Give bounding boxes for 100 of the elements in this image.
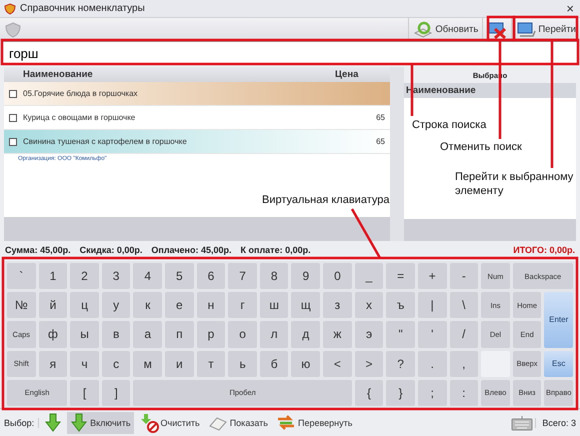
clear-button[interactable]: Очистить (136, 412, 203, 434)
callout-label: Виртуальная клавиатура (262, 193, 390, 208)
table-row[interactable]: 05.Горячие блюда в горшочках (4, 82, 390, 106)
keyboard-key[interactable]: з (323, 292, 352, 318)
item-name: 05.Горячие блюда в горшочках (23, 89, 139, 98)
total-count: Всего: 3 (535, 418, 576, 428)
keyboard-key[interactable]: н (196, 292, 226, 318)
keyboard-key[interactable]: я (38, 350, 68, 377)
keyboard-key[interactable]: " (386, 321, 415, 348)
keyboard-key[interactable]: ъ (386, 292, 415, 318)
keyboard-key[interactable]: , (450, 350, 478, 377)
keyboard-key[interactable]: \ (450, 292, 478, 318)
keyboard-key[interactable]: с (102, 350, 130, 377)
keyboard-key[interactable]: п (165, 321, 194, 348)
keyboard-key[interactable]: т (196, 350, 226, 377)
keyboard-key[interactable]: { (354, 380, 384, 406)
total-value: ИТОГО: 0,00р. (513, 245, 575, 255)
keyboard-key[interactable]: 6 (196, 263, 226, 290)
keyboard-key[interactable]: . (418, 350, 447, 377)
keyboard-key[interactable]: № (7, 292, 36, 318)
keyboard-key[interactable]: 9 (291, 263, 320, 290)
checkbox[interactable] (9, 114, 17, 122)
keyboard-key[interactable]: ю (291, 350, 320, 377)
column-header: Наименование (23, 69, 94, 80)
leader-line (350, 208, 382, 259)
summary-value: Скидка: 0,00р. (80, 245, 142, 255)
keyboard-key[interactable]: / (450, 321, 478, 348)
keyboard-key[interactable]: < (323, 350, 352, 377)
keyboard-key[interactable]: = (386, 263, 415, 290)
keyboard-key[interactable]: : (450, 380, 478, 406)
refresh-icon (413, 20, 434, 38)
keyboard-key[interactable]: 3 (102, 263, 130, 290)
keyboard-key[interactable]: х (354, 292, 384, 318)
keyboard-key[interactable]: _ (354, 263, 384, 290)
keyboard-key[interactable]: а (133, 321, 162, 348)
cancel-icon (487, 20, 508, 38)
keyboard-icon[interactable] (511, 414, 534, 430)
keyboard-key[interactable]: в (102, 321, 130, 348)
keyboard-key[interactable]: | (418, 292, 447, 318)
keyboard-key[interactable]: Esc (544, 350, 573, 377)
keyboard-key[interactable]: ц (70, 292, 99, 318)
keyboard-key[interactable]: щ (291, 292, 320, 318)
keyboard-key[interactable]: б (260, 350, 288, 377)
keyboard-key[interactable]: 7 (228, 263, 257, 290)
checkbox[interactable] (9, 90, 17, 98)
keyboard-key[interactable]: ш (260, 292, 288, 318)
keyboard-key[interactable]: 8 (260, 263, 288, 290)
item-name: Курица с овощами в горшочке (23, 113, 136, 122)
keyboard-key[interactable]: + (418, 263, 447, 290)
item-price: 65 (376, 113, 385, 122)
keyboard-key[interactable]: Enter (544, 292, 573, 348)
summary-value: Сумма: 45,00р. (5, 245, 71, 255)
item-name: Свинина тушеная с картофелем в горшочке (23, 137, 188, 146)
keyboard-key[interactable]: л (260, 321, 288, 348)
column-header: Цена (335, 69, 360, 80)
keyboard-key[interactable]: у (102, 292, 130, 318)
show-button[interactable]: Показать (204, 412, 271, 434)
keyboard-key[interactable]: к (133, 292, 162, 318)
keyboard-key[interactable]: ы (70, 321, 99, 348)
down-arrow-icon (44, 412, 62, 432)
keyboard-key[interactable]: ь (228, 350, 257, 377)
callout-label: Отменить поиск (440, 140, 523, 154)
keyboard-key[interactable]: ; (418, 380, 447, 406)
close-button[interactable]: × (564, 2, 576, 16)
keyboard-key[interactable]: ж (323, 321, 352, 348)
keyboard-key[interactable]: р (196, 321, 226, 348)
keyboard-key[interactable]: о (228, 321, 257, 348)
keyboard-key[interactable]: м (133, 350, 162, 377)
keyboard-key[interactable]: > (354, 350, 384, 377)
keyboard-key[interactable]: й (38, 292, 68, 318)
keyboard-key[interactable]: 1 (38, 263, 68, 290)
keyboard-key[interactable]: э (354, 321, 384, 348)
monitor-icon (516, 20, 536, 38)
keyboard-key[interactable]: г (228, 292, 257, 318)
summary-value: К оплате: 0,00р. (240, 245, 311, 255)
invert-button[interactable]: Перевернуть (272, 412, 356, 434)
keyboard-key[interactable]: д (291, 321, 320, 348)
table-row[interactable]: Свинина тушеная с картофелем в горшочке 65 (4, 130, 390, 154)
window-title: Справочник номенклатуры (20, 3, 146, 14)
keyboard-key[interactable]: ' (418, 321, 447, 348)
keyboard-key[interactable]: [ (70, 380, 99, 406)
keyboard-key[interactable]: ф (38, 321, 68, 348)
keyboard-key[interactable]: ч (70, 350, 99, 377)
keyboard-key[interactable]: 5 (165, 263, 194, 290)
keyboard-key[interactable]: 2 (70, 263, 99, 290)
checkbox[interactable] (9, 138, 17, 146)
keyboard-key[interactable]: } (386, 380, 415, 406)
keyboard-key[interactable]: ` (7, 263, 36, 290)
keyboard-key[interactable]: и (165, 350, 194, 377)
keyboard-key[interactable]: 0 (323, 263, 352, 290)
keyboard-key[interactable]: ? (386, 350, 415, 377)
down-arrow-icon (70, 412, 88, 432)
keyboard-key[interactable]: ] (102, 380, 130, 406)
keyboard-key[interactable]: 4 (133, 263, 162, 290)
include-button[interactable]: Включить (67, 412, 134, 434)
item-price: 65 (376, 137, 385, 146)
summary-value: Оплачено: 45,00р. (151, 245, 232, 255)
keyboard-key[interactable]: е (165, 292, 194, 318)
keyboard-key[interactable]: - (450, 263, 478, 290)
shield-icon (5, 22, 21, 38)
